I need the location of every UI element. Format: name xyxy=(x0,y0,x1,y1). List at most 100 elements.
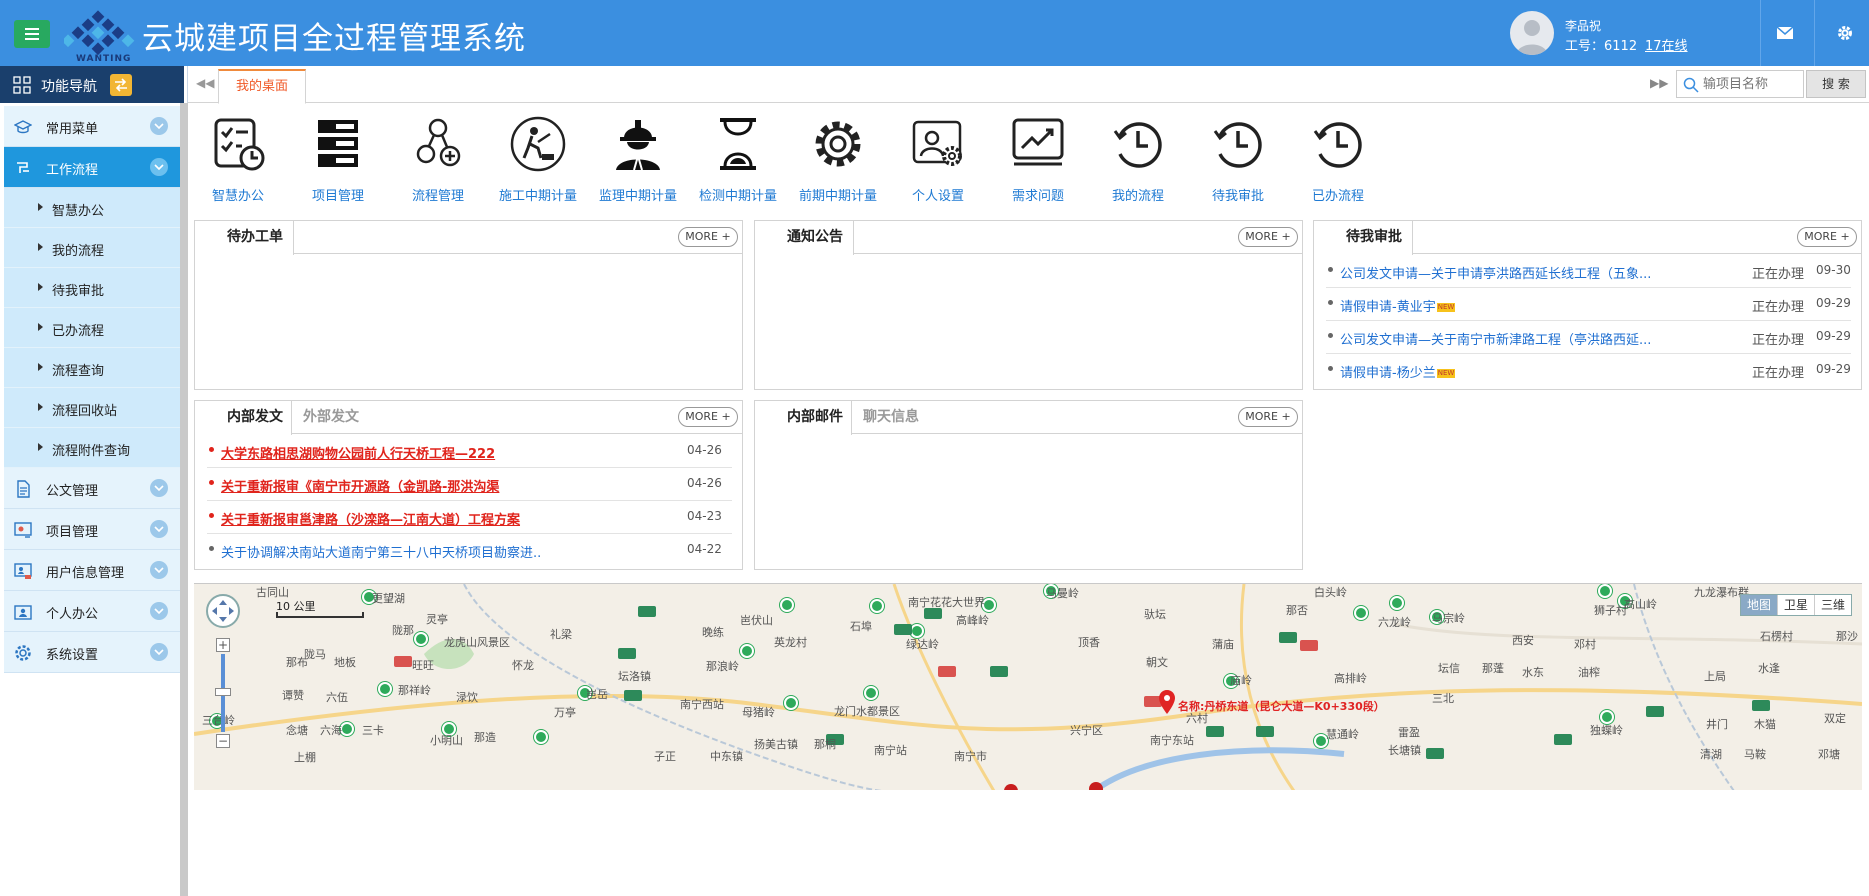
settings-button[interactable] xyxy=(1832,20,1858,46)
dispatch-title[interactable]: 关于重新报审邕津路（沙滦路—江南大道）工程方案 xyxy=(221,509,520,528)
map-marker-icon[interactable] xyxy=(1158,689,1176,715)
sidebar-subitem-smart-office[interactable]: 智慧办公 xyxy=(4,188,180,228)
shortcut-label: 流程管理 xyxy=(411,189,464,204)
approval-row[interactable]: 请假申请-黄业宇 NEW 正在办理 09-29 xyxy=(1326,288,1851,321)
map-poi-icon[interactable] xyxy=(740,644,754,658)
map-poi-icon[interactable] xyxy=(534,730,548,744)
map-pan-control[interactable] xyxy=(206,594,240,628)
shortcut-requirements-issues[interactable]: 需求问题 xyxy=(988,114,1088,208)
map-place-label: 石埠 xyxy=(850,620,872,633)
sidebar-subitem-attachment-query[interactable]: 流程附件查询 xyxy=(4,428,180,468)
approval-title[interactable]: 公司发文申请—关于申请亭洪路西延长线工程（五象... xyxy=(1340,263,1651,282)
road-shield-icon xyxy=(1554,734,1572,745)
dispatch-more-button[interactable]: MORE + xyxy=(678,407,738,427)
shortcut-workflow-management[interactable]: 流程管理 xyxy=(388,114,488,208)
sidebar-item-common-menu[interactable]: 常用菜单 xyxy=(4,106,180,147)
zoom-in-button[interactable]: + xyxy=(216,638,230,652)
map-type-map[interactable]: 地图 xyxy=(1740,595,1777,615)
dispatch-date: 04-26 xyxy=(687,476,722,490)
tab-my-desktop[interactable]: 我的桌面 xyxy=(218,69,306,104)
hamburger-menu-button[interactable] xyxy=(14,20,50,48)
sidebar-scrollbar[interactable] xyxy=(180,103,188,896)
approval-row[interactable]: 公司发文申请—关于南宁市新津路工程（亭洪路西延... 正在办理 09-29 xyxy=(1326,321,1851,354)
mail-more-button[interactable]: MORE + xyxy=(1238,407,1298,427)
user-silhouette-icon xyxy=(1516,20,1548,55)
shortcut-inspection-metering[interactable]: 检测中期计量 xyxy=(688,114,788,208)
shortcut-project-management[interactable]: 项目管理 xyxy=(288,114,388,208)
shortcut-my-workflow[interactable]: 我的流程 xyxy=(1088,114,1188,208)
notice-more-button[interactable]: MORE + xyxy=(1238,227,1298,247)
map-poi-icon[interactable] xyxy=(1354,606,1368,620)
map-poi-icon[interactable] xyxy=(1390,596,1404,610)
shortcut-preliminary-metering[interactable]: 前期中期计量 xyxy=(788,114,888,208)
user-avatar[interactable] xyxy=(1510,11,1554,55)
dispatch-row[interactable]: 关于重新报审《南宁市开源路（金凯路-那洪沟渠 04-26 xyxy=(207,468,732,501)
header-divider xyxy=(1814,0,1815,66)
dispatch-row[interactable]: 关于协调解决南站大道南宁第三十八中天桥项目勘察进.. 04-22 xyxy=(207,534,732,567)
sidebar-item-project-management[interactable]: 项目管理 xyxy=(4,509,180,550)
tab-pending-approval[interactable]: 待我审批 xyxy=(1314,221,1413,255)
shortcut-supervision-metering[interactable]: 监理中期计量 xyxy=(588,114,688,208)
map-poi-icon[interactable] xyxy=(414,632,428,646)
map-type-satellite[interactable]: 卫星 xyxy=(1776,595,1814,615)
shortcut-smart-office[interactable]: 智慧办公 xyxy=(188,114,288,208)
approval-more-button[interactable]: MORE + xyxy=(1797,227,1857,247)
sidebar-subitem-completed-workflow[interactable]: 已办流程 xyxy=(4,308,180,348)
shortcut-construction-metering[interactable]: 施工中期计量 xyxy=(488,114,588,208)
map-marker-icon[interactable] xyxy=(1089,782,1103,790)
tab-notice[interactable]: 通知公告 xyxy=(755,221,854,255)
map-place-label: 龙门水都景区 xyxy=(834,705,900,718)
map-poi-icon[interactable] xyxy=(784,696,798,710)
tab-internal-mail[interactable]: 内部邮件 xyxy=(755,401,852,435)
sidebar-subitem-pending-approval[interactable]: 待我审批 xyxy=(4,268,180,308)
approval-title[interactable]: 公司发文申请—关于南宁市新津路工程（亭洪路西延... xyxy=(1340,329,1651,348)
map-poi-icon[interactable] xyxy=(870,599,884,613)
shortcut-completed-workflow[interactable]: 已办流程 xyxy=(1288,114,1388,208)
sidebar-item-user-info-management[interactable]: 用户信息管理 xyxy=(4,550,180,591)
sidebar-item-document-management[interactable]: 公文管理 xyxy=(4,468,180,509)
graduation-cap-icon xyxy=(14,120,32,134)
tab-todo[interactable]: 待办工单 xyxy=(195,221,294,255)
tab-scroll-left-icon[interactable]: ◀◀ xyxy=(196,76,214,90)
dispatch-title[interactable]: 大学东路相思湖购物公园前人行天桥工程—222 xyxy=(221,443,495,462)
map-poi-icon[interactable] xyxy=(378,682,392,696)
approval-row[interactable]: 公司发文申请—关于申请亭洪路西延长线工程（五象... 正在办理 09-30 xyxy=(1326,255,1851,288)
zoom-slider-handle[interactable] xyxy=(215,688,231,696)
map-poi-icon[interactable] xyxy=(340,722,354,736)
sidebar-subitem-my-workflow[interactable]: 我的流程 xyxy=(4,228,180,268)
approval-title-wrap[interactable]: 请假申请-黄业宇 NEW xyxy=(1340,296,1456,315)
dispatch-row[interactable]: 关于重新报审邕津路（沙滦路—江南大道）工程方案 04-23 xyxy=(207,501,732,534)
todo-more-button[interactable]: MORE + xyxy=(678,227,738,247)
map-place-label: 绿达岭 xyxy=(906,638,939,651)
dispatch-title[interactable]: 关于协调解决南站大道南宁第三十八中天桥项目勘察进.. xyxy=(221,542,541,561)
project-map[interactable]: 古同山 更望湖 灵亭 陇那 陇马 龙虎山风景区 那布 地板 旺旺 怀龙 那祥岭 谭赞 六伍 渌饮 三台岭 念塘… xyxy=(194,583,1862,790)
tab-chat-messages[interactable]: 聊天信息 xyxy=(863,401,919,434)
online-count-link[interactable]: 17在线 xyxy=(1645,35,1688,54)
sidebar-item-system-settings[interactable]: 系统设置 xyxy=(4,632,180,673)
map-poi-icon[interactable] xyxy=(864,686,878,700)
approval-title-wrap[interactable]: 请假申请-杨少兰 NEW xyxy=(1340,362,1456,381)
mail-panel: 内部邮件 聊天信息 MORE + xyxy=(754,400,1303,570)
sidebar-subitem-workflow-recycle-bin[interactable]: 流程回收站 xyxy=(4,388,180,428)
tab-scroll-right-icon[interactable]: ▶▶ xyxy=(1650,76,1668,90)
sidebar-subitem-workflow-query[interactable]: 流程查询 xyxy=(4,348,180,388)
map-type-3d[interactable]: 三维 xyxy=(1813,595,1851,615)
map-place-label: 礼梁 xyxy=(550,628,572,641)
tab-internal-dispatch[interactable]: 内部发文 xyxy=(195,401,292,435)
shortcut-personal-settings[interactable]: 个人设置 xyxy=(888,114,988,208)
project-search-input[interactable] xyxy=(1703,74,1801,94)
search-button[interactable]: 搜 索 xyxy=(1806,70,1866,98)
zoom-out-button[interactable]: − xyxy=(216,734,230,748)
sidebar-item-personal-office[interactable]: 个人办公 xyxy=(4,591,180,632)
map-poi-icon[interactable] xyxy=(1598,584,1612,598)
dispatch-row[interactable]: 大学东路相思湖购物公园前人行天桥工程—222 04-26 xyxy=(207,435,732,468)
map-poi-icon[interactable] xyxy=(780,598,794,612)
dispatch-title[interactable]: 关于重新报审《南宁市开源路（金凯路-那洪沟渠 xyxy=(221,476,499,495)
sidebar-item-workflow[interactable]: 工作流程 xyxy=(4,147,180,188)
shortcut-pending-approval[interactable]: 待我审批 xyxy=(1188,114,1288,208)
map-place-label: 那否 xyxy=(1286,604,1308,617)
approval-row[interactable]: 请假申请-杨少兰 NEW 正在办理 09-29 xyxy=(1326,354,1851,387)
mail-button[interactable] xyxy=(1772,20,1798,46)
tab-external-dispatch[interactable]: 外部发文 xyxy=(303,401,359,434)
sidebar-toggle-button[interactable] xyxy=(110,74,132,96)
